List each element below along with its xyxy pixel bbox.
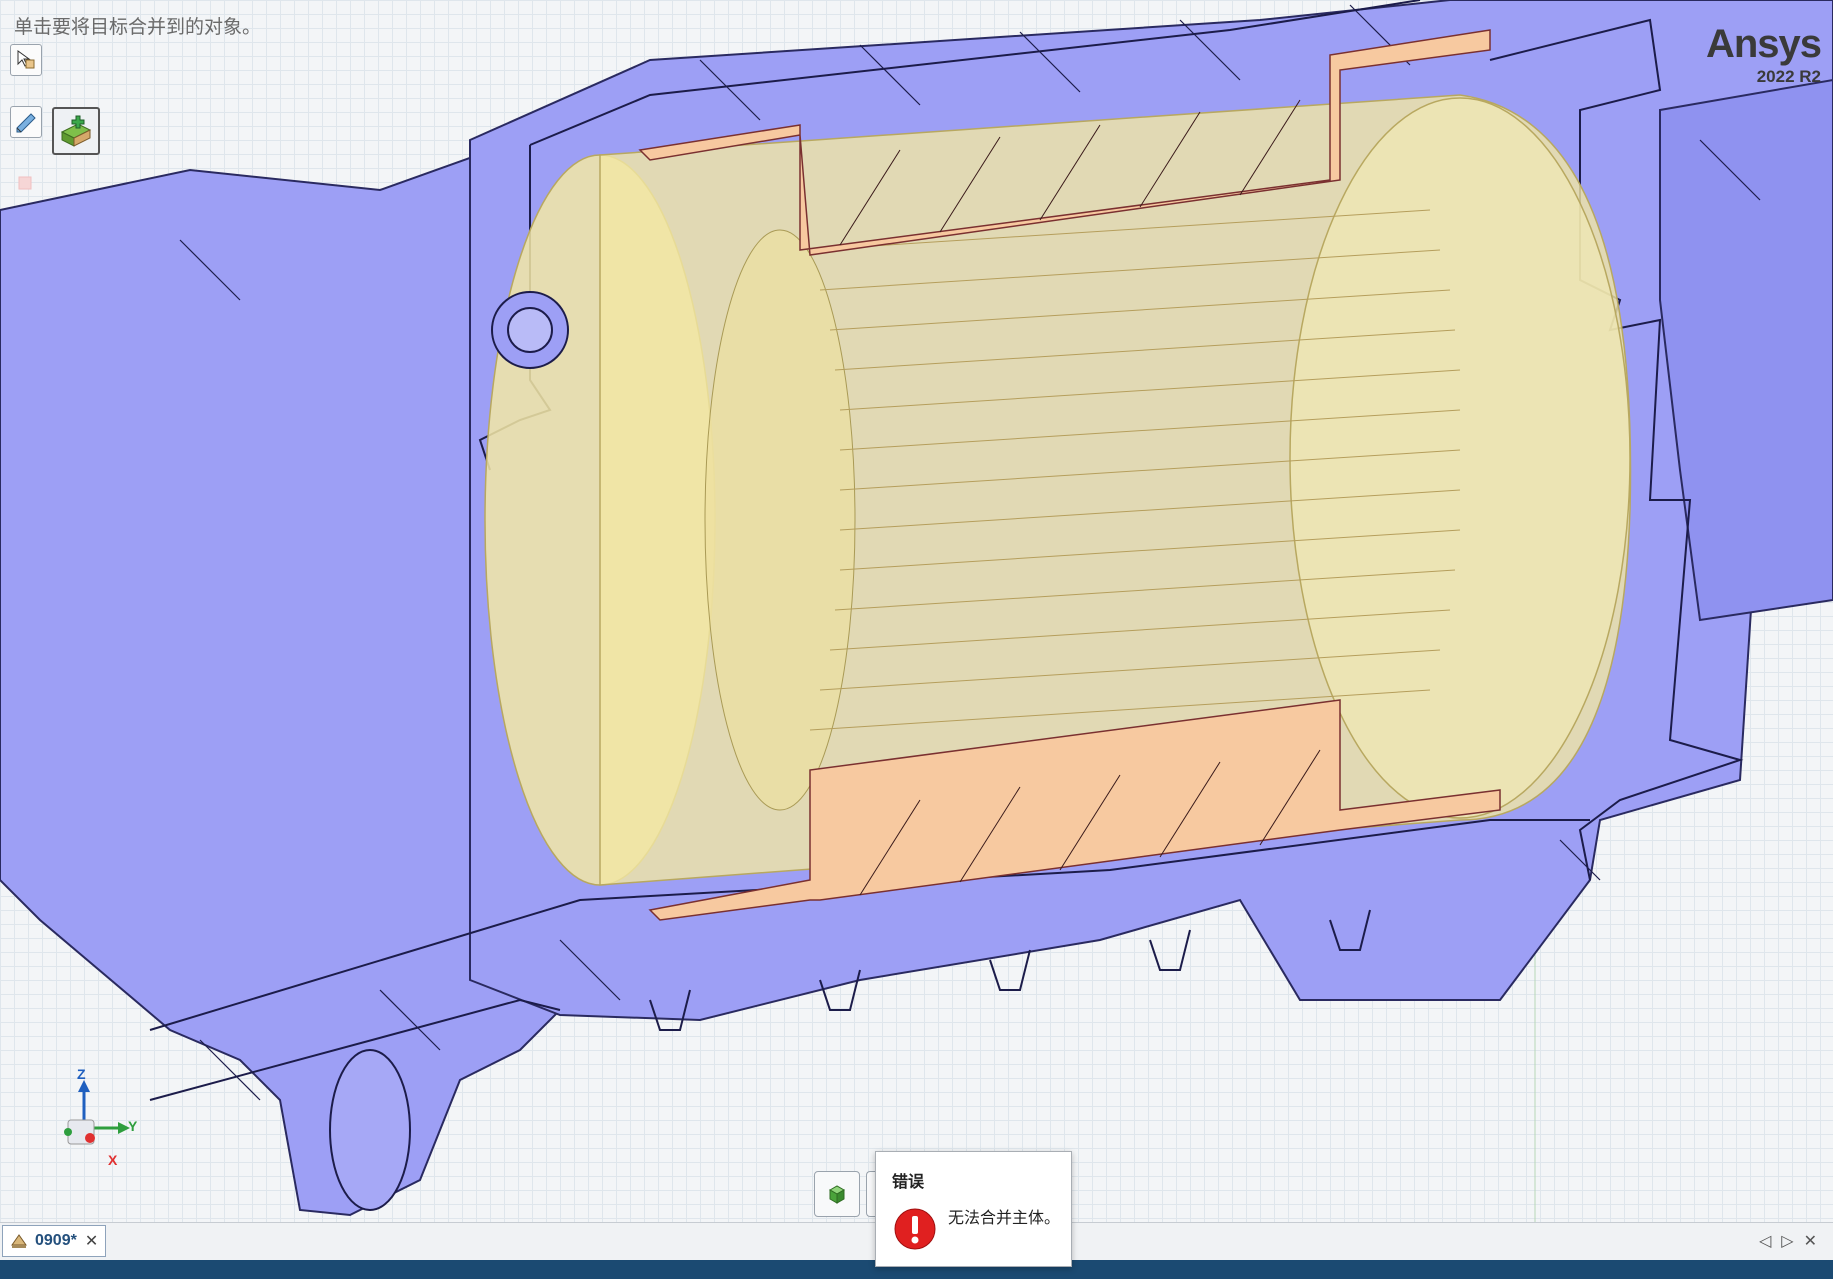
triad-z-label: Z: [77, 1066, 86, 1082]
axis-triad[interactable]: Z Y X: [60, 1060, 150, 1170]
logo-name: Ansys: [1705, 22, 1822, 66]
error-popup[interactable]: 错误 无法合并主体。: [875, 1151, 1072, 1267]
select-tool-button[interactable]: [10, 44, 42, 76]
disabled-tool-button: [14, 172, 36, 194]
pen-tool-icon: [16, 113, 36, 133]
error-message: 无法合并主体。: [948, 1210, 1061, 1227]
faded-box-icon: [18, 176, 32, 190]
pen-tool-button[interactable]: [10, 106, 42, 138]
drain-boss: [329, 1049, 411, 1211]
logo-version: 2022 R2: [1756, 67, 1821, 86]
status-hint-text: 单击要将目标合并到的对象。: [14, 16, 262, 38]
tab-next-icon[interactable]: ▷: [1781, 1233, 1803, 1250]
triad-y-label: Y: [128, 1118, 138, 1134]
combine-merge-icon: [60, 115, 92, 147]
combine-tool-button[interactable]: [52, 107, 100, 155]
tab-navigation: ◁▷✕: [1759, 1231, 1827, 1251]
tabs-close-icon[interactable]: ✕: [1804, 1233, 1827, 1250]
select-body-icon: [17, 50, 35, 69]
bearing-bore: [507, 307, 553, 353]
tab-prev-icon[interactable]: ◁: [1759, 1233, 1781, 1250]
green-cube-icon: [828, 1185, 846, 1204]
design-doc-icon: [11, 1234, 27, 1248]
error-exclamation-icon: [894, 1208, 936, 1255]
tab-close-icon[interactable]: ✕: [85, 1231, 98, 1251]
error-title: 错误: [892, 1174, 925, 1191]
motor-cross-section-model[interactable]: [0, 0, 1833, 1222]
document-tab[interactable]: 0909* ✕: [2, 1225, 106, 1257]
triad-graphic: [64, 1080, 130, 1145]
rotor-inner: [704, 229, 856, 811]
view-cube-button[interactable]: [814, 1171, 860, 1217]
triad-x-label: X: [108, 1152, 118, 1168]
document-tab-label: 0909*: [35, 1232, 77, 1249]
3d-viewport[interactable]: 单击要将目标合并到的对象。 Ansys 2022 R2 Z Y X: [0, 0, 1833, 1222]
ansys-logo: Ansys 2022 R2: [1705, 22, 1822, 86]
